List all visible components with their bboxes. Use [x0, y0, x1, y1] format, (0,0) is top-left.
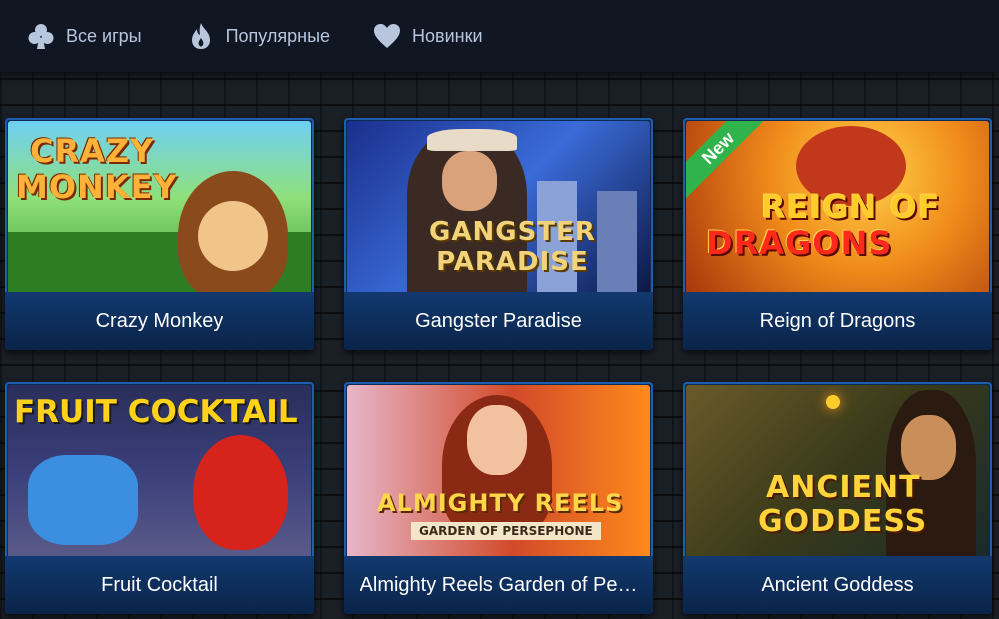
game-title: Reign of Dragons	[683, 292, 992, 350]
game-card-ancient-goddess[interactable]: Ancient Goddess Ancient Goddess	[683, 382, 992, 614]
game-logo-line2: Dragons	[706, 224, 893, 262]
game-card-crazy-monkey[interactable]: Crazy Monkey Crazy Monkey	[5, 118, 314, 350]
game-logo-line1: Almighty Reels	[377, 489, 624, 517]
nav-all-games-label: Все игры	[66, 25, 142, 46]
new-badge: New	[686, 121, 770, 200]
nav-all-games[interactable]: Все игры	[26, 0, 142, 72]
game-logo-line2: Paradise	[436, 247, 589, 277]
game-card-reign-of-dragons[interactable]: Reign of Dragons New Reign of Dragons	[683, 118, 992, 350]
game-title: Fruit Cocktail	[5, 556, 314, 614]
game-card-fruit-cocktail[interactable]: Fruit Cocktail Fruit Cocktail	[5, 382, 314, 614]
game-logo: Fruit Cocktail	[14, 394, 298, 430]
game-logo-line1: Reign of	[761, 188, 941, 226]
club-icon	[26, 21, 56, 51]
nav-new[interactable]: Новинки	[372, 0, 483, 72]
game-card-almighty-reels[interactable]: Almighty Reels Garden of Persephone Almi…	[344, 382, 653, 614]
game-title: Ancient Goddess	[683, 556, 992, 614]
game-thumbnail[interactable]: Fruit Cocktail	[8, 385, 311, 556]
game-title: Almighty Reels Garden of Pe…	[344, 556, 653, 614]
game-title: Gangster Paradise	[344, 292, 653, 350]
game-thumbnail[interactable]: Reign of Dragons New	[686, 121, 989, 292]
game-title: Crazy Monkey	[5, 292, 314, 350]
game-logo-line2: Garden of Persephone	[411, 522, 601, 540]
nav-popular-label: Популярные	[225, 25, 331, 46]
game-card-gangster-paradise[interactable]: Gangster Paradise Gangster Paradise	[344, 118, 653, 350]
flame-icon	[186, 21, 216, 51]
nav-new-label: Новинки	[412, 25, 483, 46]
game-thumbnail[interactable]: Ancient Goddess	[686, 385, 989, 556]
heart-icon	[372, 21, 402, 51]
game-logo-line2: Monkey	[16, 168, 178, 206]
game-logo-line2: Goddess	[758, 504, 928, 539]
game-thumbnail[interactable]: Almighty Reels Garden of Persephone	[347, 385, 650, 556]
game-logo-line1: Gangster	[429, 217, 596, 247]
nav-popular[interactable]: Популярные	[186, 0, 330, 72]
game-logo-line1: Ancient	[766, 470, 921, 505]
top-navigation: Все игры Популярные Новинки	[0, 0, 999, 72]
game-thumbnail[interactable]: Crazy Monkey	[8, 121, 311, 292]
game-logo-line1: Crazy	[30, 132, 155, 170]
game-thumbnail[interactable]: Gangster Paradise	[347, 121, 650, 292]
